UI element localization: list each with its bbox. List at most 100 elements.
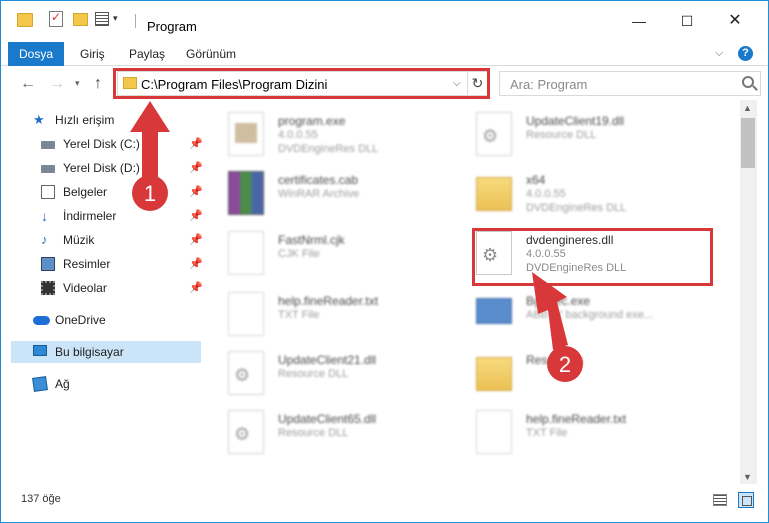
dll-icon: [228, 410, 264, 454]
close-button[interactable]: ✕: [725, 13, 745, 29]
status-bar: 137 öğe: [1, 487, 768, 511]
pin-icon[interactable]: 📌: [189, 205, 203, 227]
pin-icon[interactable]: 📌: [189, 253, 203, 275]
star-icon: ★: [33, 112, 45, 127]
sidebar-item-videos[interactable]: Videolar 📌: [11, 277, 203, 299]
sidebar-item-onedrive[interactable]: OneDrive: [11, 309, 201, 331]
sidebar-item-network[interactable]: Ağ: [11, 373, 201, 395]
file-item[interactable]: help.fineReader.txt TXT File: [452, 402, 707, 462]
ribbon-tabs: Dosya Giriş Paylaş Görünüm ⌵ ?: [1, 42, 768, 66]
file-type: Resource DLL: [278, 368, 349, 380]
item-count: 137 öğe: [21, 493, 61, 505]
pin-icon[interactable]: 📌: [189, 277, 203, 299]
sidebar-item-this-pc[interactable]: Bu bilgisayar: [11, 341, 201, 363]
file-item[interactable]: UpdateClient65.dll Resource DLL: [204, 402, 459, 462]
folder-icon[interactable]: [17, 13, 33, 27]
file-item[interactable]: UpdateClient21.dll Resource DLL: [204, 343, 459, 403]
help-button[interactable]: ?: [738, 46, 753, 61]
file-description: DVDEngineRes DLL: [526, 202, 627, 214]
scroll-down-icon[interactable]: ▼: [743, 472, 752, 482]
file-type: CJK File: [278, 248, 320, 260]
dll-icon: [476, 112, 512, 156]
tab-view[interactable]: Görünüm: [186, 42, 236, 66]
bg-exe-icon: [476, 298, 512, 324]
pin-icon[interactable]: 📌: [189, 181, 203, 203]
file-type: Resource DLL: [526, 129, 597, 141]
file-highlight-box: [472, 228, 713, 286]
file-type: TXT File: [278, 309, 320, 321]
sidebar-item-label: Hızlı erişim: [55, 113, 115, 127]
sidebar-item-label: Bu bilgisayar: [55, 345, 124, 359]
tab-file[interactable]: Dosya: [8, 42, 64, 66]
sidebar-item-label: Yerel Disk (D:): [63, 161, 140, 175]
sidebar-item-music[interactable]: ♪ Müzik 📌: [11, 229, 203, 251]
file-icon: [228, 231, 264, 275]
large-icons-view-icon[interactable]: [738, 492, 754, 508]
network-icon: [32, 376, 48, 392]
chevron-down-icon[interactable]: ⌵: [715, 47, 723, 60]
back-arrow-icon[interactable]: ←: [20, 75, 36, 93]
sidebar-item-quick-access[interactable]: ★ Hızlı erişim: [11, 109, 201, 131]
exe-icon: [228, 112, 264, 156]
navigation-bar: ← → ▾ ↑ C:\Program Files\Program Dizini …: [1, 66, 768, 100]
file-item[interactable]: FastNrml.cjk CJK File: [204, 223, 459, 283]
pin-icon[interactable]: 📌: [189, 133, 203, 155]
file-description: DVDEngineRes DLL: [278, 143, 379, 155]
file-item[interactable]: BgExec.exe ABBYY background exe...: [452, 284, 707, 344]
sidebar-item-documents[interactable]: Belgeler 📌: [11, 181, 203, 203]
file-name: x64: [526, 173, 546, 187]
file-name: UpdateClient19.dll: [526, 114, 625, 128]
search-input[interactable]: Ara: Program: [499, 71, 761, 96]
file-item[interactable]: certificates.cab WinRAR Archive: [204, 163, 459, 223]
drive-icon: [41, 141, 55, 149]
scroll-up-icon[interactable]: ▲: [743, 103, 752, 113]
sidebar-item-label: Belgeler: [63, 185, 108, 199]
file-list: program.exe 4.0.0.55 DVDEngineRes DLL Up…: [204, 100, 740, 482]
sidebar-item-label: Ağ: [55, 377, 70, 391]
drive-icon: [41, 165, 55, 173]
title-divider: [135, 14, 136, 28]
file-name: help.fineReader.txt: [278, 294, 379, 308]
documents-icon: [41, 185, 55, 199]
new-folder-icon[interactable]: [73, 13, 88, 26]
file-version: 4.0.0.55: [526, 188, 566, 200]
minimize-button[interactable]: —: [629, 13, 649, 29]
file-item[interactable]: UpdateClient19.dll Resource DLL: [452, 104, 707, 164]
file-name: help.fineReader.txt: [526, 412, 627, 426]
sidebar-item-pictures[interactable]: Resimler 📌: [11, 253, 203, 275]
sidebar-item-disk-d[interactable]: Yerel Disk (D:) 📌: [11, 157, 203, 179]
details-view-icon[interactable]: [713, 494, 727, 506]
folder-item[interactable]: x64 4.0.0.55 DVDEngineRes DLL: [452, 163, 707, 223]
text-file-icon: [476, 410, 512, 454]
pin-icon[interactable]: 📌: [189, 229, 203, 251]
videos-icon: [41, 281, 55, 295]
file-version: 4.0.0.55: [278, 129, 318, 141]
navigation-pane: ★ Hızlı erişim Yerel Disk (C:) 📌 Yerel D…: [1, 105, 203, 485]
maximize-button[interactable]: ☐: [677, 13, 697, 29]
folder-item[interactable]: Resources: [452, 343, 707, 403]
tab-share[interactable]: Paylaş: [129, 42, 165, 66]
file-item[interactable]: help.fineReader.txt TXT File: [204, 284, 459, 344]
quick-access-dropdown-icon[interactable]: ▾: [113, 13, 118, 31]
scroll-thumb[interactable]: [741, 118, 755, 168]
tab-home[interactable]: Giriş: [80, 42, 105, 66]
dll-icon: [228, 351, 264, 395]
window-title: Program: [147, 19, 197, 34]
file-type: Resource DLL: [278, 427, 349, 439]
search-placeholder: Ara: Program: [510, 77, 588, 92]
pin-icon[interactable]: 📌: [189, 157, 203, 179]
properties-check-icon[interactable]: [49, 10, 63, 27]
address-highlight-box: [113, 68, 490, 99]
sidebar-item-disk-c[interactable]: Yerel Disk (C:) 📌: [11, 133, 203, 155]
properties-icon[interactable]: [95, 12, 109, 26]
title-bar: ▾ Program — ☐ ✕: [1, 1, 768, 39]
vertical-scrollbar[interactable]: ▲ ▼: [740, 100, 757, 484]
file-item[interactable]: program.exe 4.0.0.55 DVDEngineRes DLL: [204, 104, 459, 164]
recent-locations-dropdown-icon[interactable]: ▾: [75, 78, 80, 89]
downloads-icon: ↓: [41, 208, 48, 224]
forward-arrow-icon[interactable]: →: [49, 75, 65, 93]
up-arrow-icon[interactable]: ↑: [94, 75, 102, 93]
sidebar-item-downloads[interactable]: ↓ İndirmeler 📌: [11, 205, 203, 227]
search-icon[interactable]: [742, 76, 754, 88]
file-name: UpdateClient21.dll: [278, 353, 377, 367]
